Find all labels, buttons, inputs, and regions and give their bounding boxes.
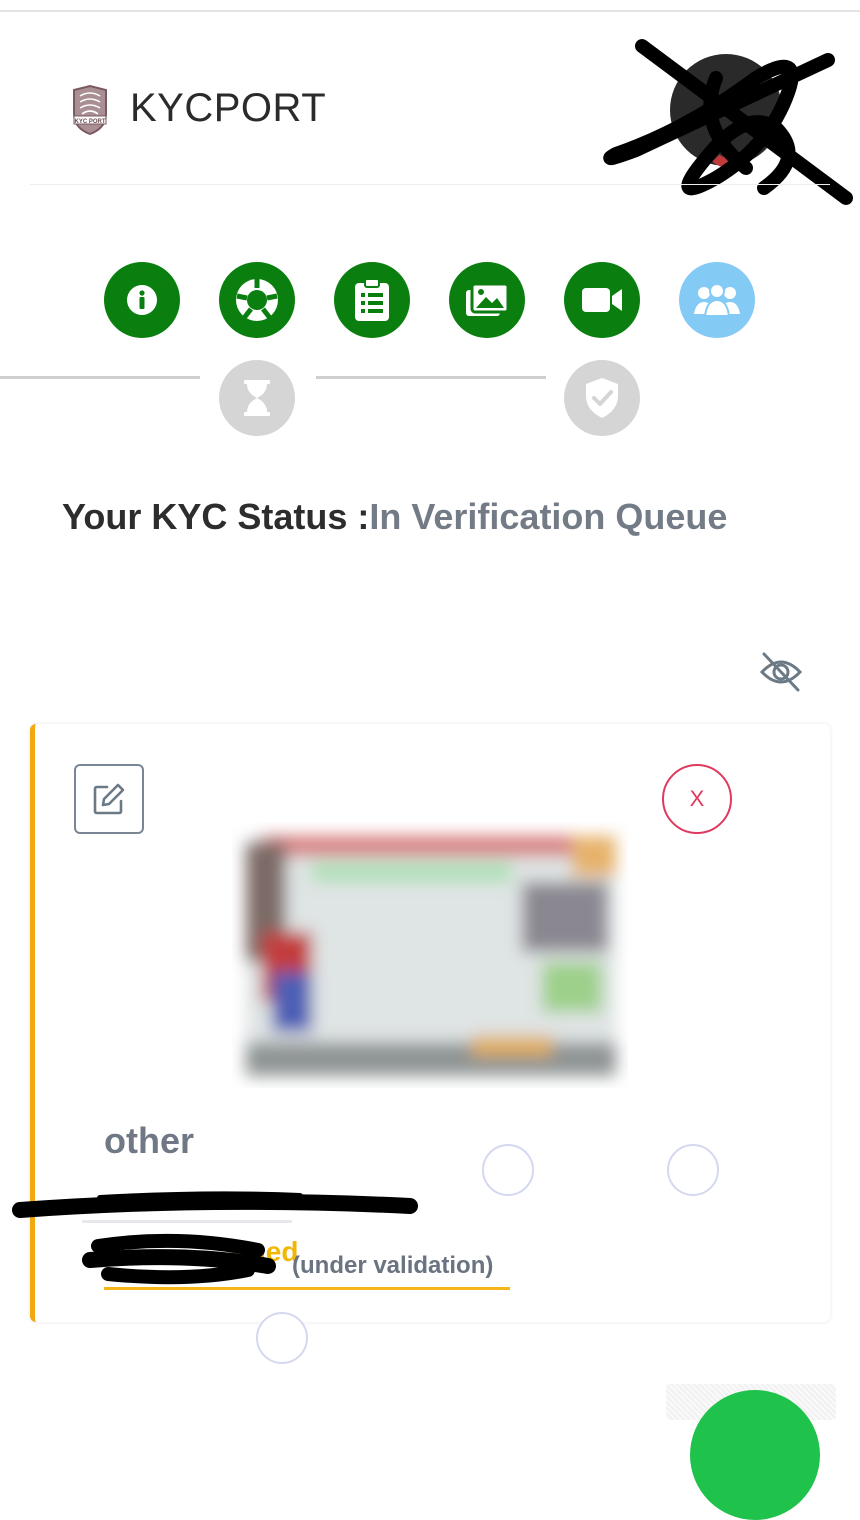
shield-check-icon	[586, 378, 618, 418]
kyc-status: Your KYC Status :In Verification Queue	[62, 496, 727, 538]
step-video[interactable]	[564, 262, 640, 338]
edit-button[interactable]	[74, 764, 144, 834]
lifebuoy-icon	[236, 278, 278, 321]
step-users[interactable]	[679, 262, 755, 338]
document-type: other	[104, 1120, 194, 1161]
header-divider	[30, 184, 830, 185]
eye-slash-icon[interactable]	[758, 650, 804, 694]
step-verified[interactable]	[564, 360, 640, 436]
info-icon	[127, 285, 157, 315]
progress-line-middle	[316, 376, 546, 379]
hourglass-icon	[244, 380, 270, 416]
radio-option-1[interactable]	[482, 1144, 534, 1196]
step-queue[interactable]	[219, 360, 295, 436]
top-border	[0, 0, 860, 12]
progress-line-left	[0, 376, 200, 379]
step-lifebuoy[interactable]	[219, 262, 295, 338]
step-images[interactable]	[449, 262, 525, 338]
step-clipboard[interactable]	[334, 262, 410, 338]
video-camera-icon	[582, 288, 622, 312]
images-icon	[466, 282, 510, 316]
redacted-underline	[82, 1220, 292, 1223]
redacted-avatar[interactable]	[596, 38, 860, 214]
kycport-logo-icon: KYC PORT	[70, 84, 110, 136]
clipboard-icon	[355, 278, 389, 321]
step-info[interactable]	[104, 262, 180, 338]
action-fab-button[interactable]	[690, 1390, 820, 1520]
users-icon	[694, 283, 740, 317]
radio-option-3[interactable]	[256, 1312, 308, 1364]
validation-note: (under validation)	[292, 1252, 494, 1279]
edit-icon	[93, 783, 125, 815]
redacted-text-2	[82, 1233, 276, 1285]
brand-name: KYCPORT	[130, 86, 327, 130]
radio-option-2[interactable]	[667, 1144, 719, 1196]
document-image[interactable]	[232, 822, 628, 1088]
logo-text: KYC PORT	[74, 119, 105, 125]
status-value: In Verification Queue	[369, 496, 728, 537]
status-label: Your KYC Status :	[62, 496, 370, 537]
close-button[interactable]: X	[662, 764, 732, 834]
